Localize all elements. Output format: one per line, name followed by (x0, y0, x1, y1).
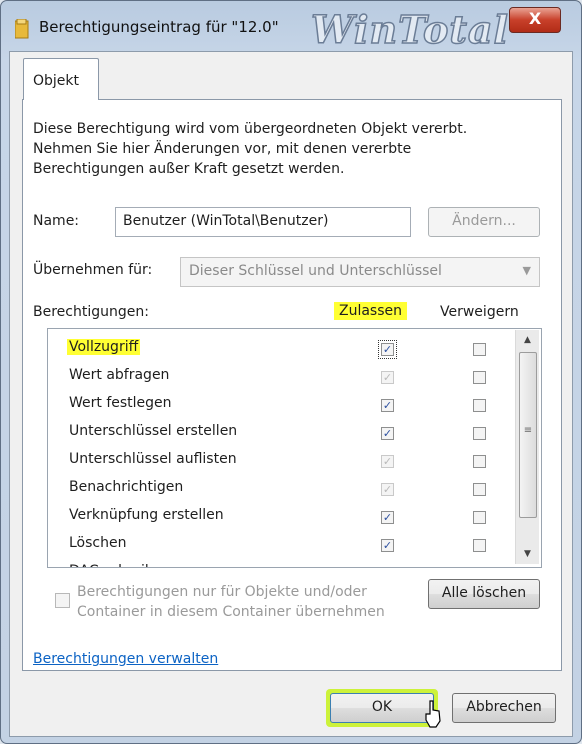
scrollbar-thumb[interactable]: ≡ (519, 352, 537, 518)
allow-checkbox[interactable]: ✓ (381, 567, 394, 568)
allow-checkbox[interactable]: ✓ (381, 371, 394, 384)
allow-checkbox[interactable]: ✓ (381, 511, 394, 524)
allow-checkbox[interactable]: ✓ (381, 483, 394, 496)
clear-all-button[interactable]: Alle löschen (428, 579, 540, 609)
scroll-up-icon[interactable]: ▲ (516, 330, 539, 350)
permission-name: Benachrichtigen (69, 479, 184, 495)
permission-row[interactable]: Vollzugriff ✓ (48, 335, 514, 363)
scroll-down-icon[interactable]: ▼ (516, 544, 539, 564)
inherit-option-text: Berechtigungen nur für Objekte und/oder … (77, 584, 385, 620)
deny-checkbox[interactable] (473, 427, 486, 440)
permission-row[interactable]: Benachrichtigen ✓ (48, 475, 514, 503)
allow-column-header: Zulassen (334, 302, 408, 320)
allow-checkbox[interactable]: ✓ (381, 539, 394, 552)
name-label: Name: (33, 213, 80, 229)
deny-checkbox[interactable] (473, 483, 486, 496)
permission-row[interactable]: Löschen ✓ (48, 531, 514, 559)
apply-to-dropdown[interactable]: Dieser Schlüssel und Unterschlüssel ▼ (180, 257, 540, 287)
permission-name: Vollzugriff (67, 339, 141, 355)
deny-checkbox[interactable] (473, 455, 486, 468)
permissions-list[interactable]: Vollzugriff ✓ Wert abfragen ✓ Wert festlegen… (47, 328, 542, 568)
permission-name: Löschen (69, 535, 127, 551)
tab-objekt[interactable]: Objekt (23, 58, 99, 100)
permission-name: DAC schreiben (67, 563, 173, 567)
ok-button[interactable]: OK (330, 693, 434, 723)
window-title: Berechtigungseintrag für "12.0" (39, 18, 279, 36)
deny-column-header: Verweigern (440, 304, 519, 320)
allow-checkbox[interactable]: ✓ (381, 427, 394, 440)
manage-permissions-link[interactable]: Berechtigungen verwalten (33, 651, 218, 667)
mouse-cursor-icon (425, 700, 441, 728)
allow-checkbox[interactable]: ✓ (381, 399, 394, 412)
permission-row[interactable]: Unterschlüssel erstellen ✓ (48, 419, 514, 447)
allow-checkbox[interactable]: ✓ (378, 340, 397, 359)
permission-row[interactable]: Wert abfragen ✓ (48, 363, 514, 391)
grip-icon: ≡ (523, 425, 533, 436)
deny-checkbox[interactable] (473, 371, 486, 384)
change-button[interactable]: Ändern... (428, 207, 540, 237)
description-text: Diese Berechtigung wird vom übergeordnet… (33, 121, 468, 177)
permissions-header: Berechtigungen: (33, 304, 149, 320)
permission-row[interactable]: Verknüpfung erstellen ✓ (48, 503, 514, 531)
title-bar[interactable]: Berechtigungseintrag für "12.0" WinTotal… (1, 1, 581, 57)
permission-name: Wert festlegen (69, 395, 172, 411)
name-field[interactable]: Benutzer (WinTotal\Benutzer) (115, 207, 411, 237)
watermark-logo: WinTotal (310, 6, 509, 53)
permission-row[interactable]: Unterschlüssel auflisten ✓ (48, 447, 514, 475)
chevron-down-icon: ▼ (522, 264, 531, 277)
deny-checkbox[interactable] (473, 511, 486, 524)
permission-row[interactable]: Wert festlegen ✓ (48, 391, 514, 419)
apply-to-value: Dieser Schlüssel und Unterschlüssel (189, 263, 442, 279)
allow-checkbox[interactable]: ✓ (381, 455, 394, 468)
close-button[interactable]: X (509, 7, 561, 33)
inherit-checkbox[interactable] (55, 593, 70, 608)
deny-checkbox[interactable] (473, 567, 486, 568)
permission-name: Unterschlüssel auflisten (69, 451, 237, 467)
list-scrollbar[interactable]: ▲ ≡ ▼ (515, 330, 539, 564)
folder-icon (15, 19, 29, 39)
permission-name: Verknüpfung erstellen (69, 507, 224, 523)
permission-row[interactable]: DAC schreiben ✓ (48, 559, 514, 568)
deny-checkbox[interactable] (473, 539, 486, 552)
deny-checkbox[interactable] (473, 399, 486, 412)
permission-name: Wert abfragen (69, 367, 170, 383)
deny-checkbox[interactable] (473, 343, 486, 356)
permission-name: Unterschlüssel erstellen (69, 423, 238, 439)
cancel-button[interactable]: Abbrechen (452, 693, 556, 723)
apply-to-label: Übernehmen für: (33, 262, 153, 278)
